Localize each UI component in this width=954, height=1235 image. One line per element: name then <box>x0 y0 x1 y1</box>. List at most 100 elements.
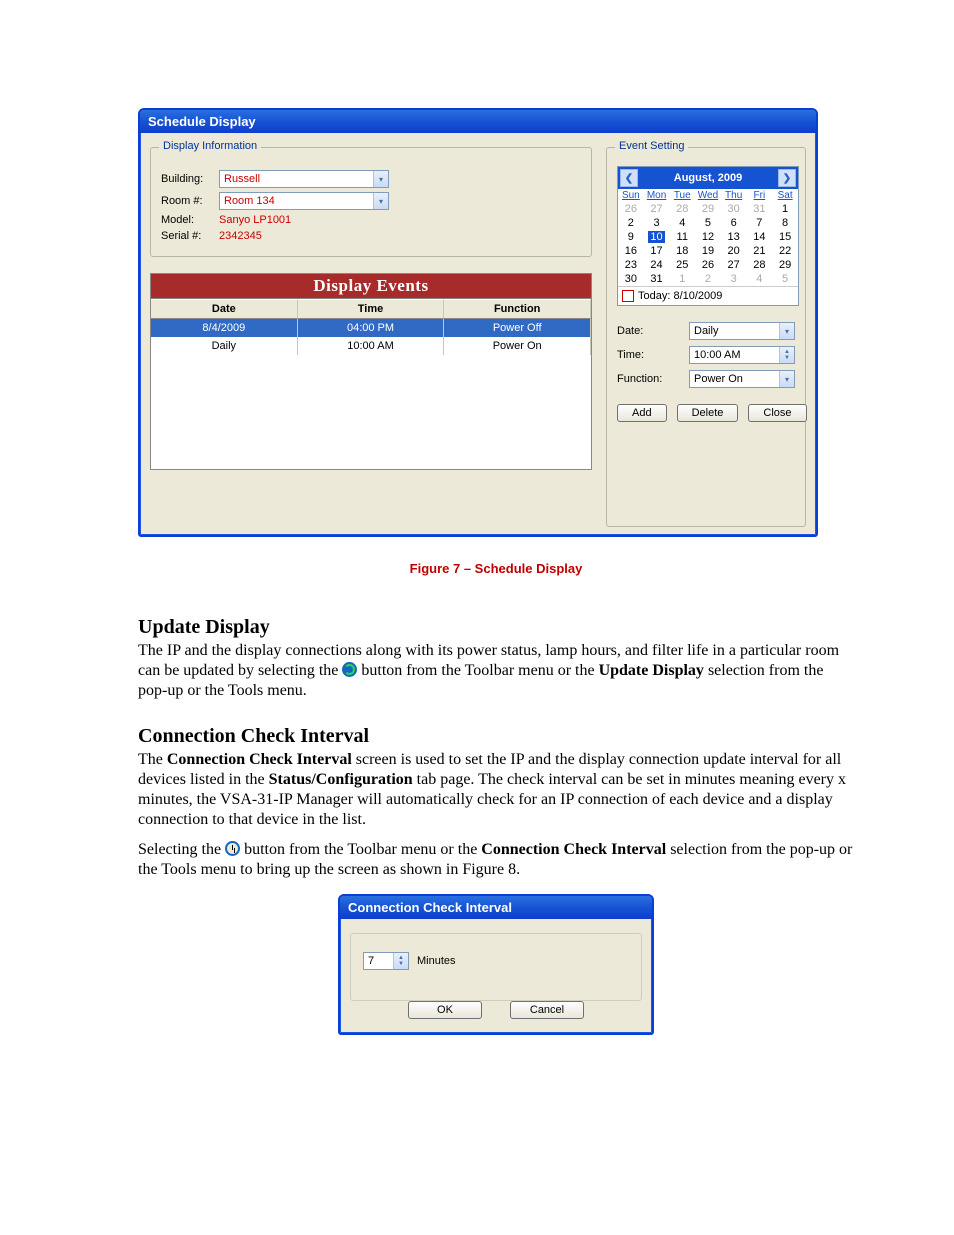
minutes-unit-label: Minutes <box>417 955 456 967</box>
paragraph: The Connection Check Interval screen is … <box>138 750 854 830</box>
model-value: Sanyo LP1001 <box>219 214 291 226</box>
calendar-day[interactable]: 20 <box>721 244 747 258</box>
minutes-spinner[interactable]: 7 ▲▼ <box>363 952 409 970</box>
calendar-day[interactable]: 3 <box>644 216 670 230</box>
calendar-day[interactable]: 10 <box>644 230 670 244</box>
delete-button[interactable]: Delete <box>677 404 739 422</box>
calendar-dow: Tue <box>669 189 695 202</box>
calendar-grid[interactable]: SunMonTueWedThuFriSat2627282930311234567… <box>618 189 798 286</box>
calendar-prev-button[interactable]: ❮ <box>620 169 638 187</box>
calendar-day[interactable]: 27 <box>644 202 670 216</box>
chevron-down-icon[interactable]: ▾ <box>373 193 388 209</box>
calendar-day[interactable]: 15 <box>772 230 798 244</box>
calendar-day[interactable]: 26 <box>618 202 644 216</box>
calendar-day[interactable]: 28 <box>747 258 773 272</box>
section-heading-update-display: Update Display <box>138 616 854 639</box>
calendar-day[interactable]: 31 <box>644 272 670 286</box>
paragraph: The IP and the display connections along… <box>138 641 854 701</box>
cancel-button[interactable]: Cancel <box>510 1001 584 1019</box>
calendar-day[interactable]: 27 <box>721 258 747 272</box>
calendar-day[interactable]: 19 <box>695 244 721 258</box>
calendar-day[interactable]: 7 <box>747 216 773 230</box>
time-label: Time: <box>617 349 689 361</box>
chevron-down-icon[interactable]: ▾ <box>779 323 794 339</box>
calendar-day[interactable]: 16 <box>618 244 644 258</box>
chevron-down-icon[interactable]: ▾ <box>779 371 794 387</box>
room-combo[interactable]: Room 134 ▾ <box>219 192 389 210</box>
function-label: Function: <box>617 373 689 385</box>
add-button[interactable]: Add <box>617 404 667 422</box>
calendar[interactable]: ❮ August, 2009 ❯ SunMonTueWedThuFriSat26… <box>617 166 799 306</box>
calendar-day[interactable]: 29 <box>772 258 798 272</box>
calendar-dow: Thu <box>721 189 747 202</box>
table-cell: Daily <box>151 337 298 355</box>
col-function[interactable]: Function <box>444 299 591 319</box>
calendar-day[interactable]: 24 <box>644 258 670 272</box>
room-value: Room 134 <box>224 195 275 207</box>
figure-caption: Figure 7 – Schedule Display <box>138 561 854 576</box>
calendar-day[interactable]: 17 <box>644 244 670 258</box>
calendar-next-button[interactable]: ❯ <box>778 169 796 187</box>
calendar-day[interactable]: 13 <box>721 230 747 244</box>
refresh-icon <box>342 662 357 677</box>
calendar-day[interactable]: 29 <box>695 202 721 216</box>
time-spinner[interactable]: 10:00 AM ▲▼ <box>689 346 795 364</box>
calendar-day[interactable]: 5 <box>695 216 721 230</box>
date-label: Date: <box>617 325 689 337</box>
ok-button[interactable]: OK <box>408 1001 482 1019</box>
minutes-value: 7 <box>368 955 374 967</box>
calendar-day[interactable]: 28 <box>669 202 695 216</box>
calendar-day[interactable]: 1 <box>669 272 695 286</box>
calendar-day[interactable]: 30 <box>721 202 747 216</box>
room-label: Room #: <box>161 195 219 207</box>
date-value: Daily <box>694 325 718 337</box>
function-combo[interactable]: Power On ▾ <box>689 370 795 388</box>
time-value: 10:00 AM <box>694 349 740 361</box>
col-date[interactable]: Date <box>151 299 298 319</box>
calendar-day[interactable]: 22 <box>772 244 798 258</box>
calendar-day[interactable]: 12 <box>695 230 721 244</box>
calendar-day[interactable]: 25 <box>669 258 695 272</box>
calendar-day[interactable]: 3 <box>721 272 747 286</box>
col-time[interactable]: Time <box>298 299 445 319</box>
group-title: Event Setting <box>615 140 688 152</box>
calendar-month-title: August, 2009 <box>674 172 742 184</box>
calendar-day[interactable]: 9 <box>618 230 644 244</box>
calendar-day[interactable]: 23 <box>618 258 644 272</box>
calendar-day[interactable]: 18 <box>669 244 695 258</box>
chevron-down-icon[interactable]: ▾ <box>373 171 388 187</box>
calendar-day[interactable]: 26 <box>695 258 721 272</box>
window-title: Connection Check Interval <box>340 896 652 919</box>
date-combo[interactable]: Daily ▾ <box>689 322 795 340</box>
calendar-day[interactable]: 2 <box>618 216 644 230</box>
calendar-day[interactable]: 5 <box>772 272 798 286</box>
spinner-buttons-icon[interactable]: ▲▼ <box>779 347 794 363</box>
spinner-buttons-icon[interactable]: ▲▼ <box>393 953 408 969</box>
calendar-day[interactable]: 8 <box>772 216 798 230</box>
calendar-dow: Wed <box>695 189 721 202</box>
window-title: Schedule Display <box>140 110 816 133</box>
calendar-dow: Mon <box>644 189 670 202</box>
table-cell: Power Off <box>444 319 591 337</box>
serial-value: 2342345 <box>219 230 262 242</box>
calendar-day[interactable]: 31 <box>747 202 773 216</box>
calendar-today-label[interactable]: Today: 8/10/2009 <box>638 290 722 302</box>
calendar-day[interactable]: 6 <box>721 216 747 230</box>
calendar-day[interactable]: 4 <box>669 216 695 230</box>
calendar-day[interactable]: 14 <box>747 230 773 244</box>
serial-label: Serial #: <box>161 230 219 242</box>
events-list[interactable]: 8/4/200904:00 PMPower OffDaily10:00 AMPo… <box>150 319 592 470</box>
table-cell: 8/4/2009 <box>151 319 298 337</box>
table-row[interactable]: 8/4/200904:00 PMPower Off <box>151 319 591 337</box>
calendar-day[interactable]: 11 <box>669 230 695 244</box>
display-information-group: Display Information Building: Russell ▾ … <box>150 147 592 257</box>
calendar-day[interactable]: 2 <box>695 272 721 286</box>
calendar-day[interactable]: 30 <box>618 272 644 286</box>
table-row[interactable]: Daily10:00 AMPower On <box>151 337 591 355</box>
building-combo[interactable]: Russell ▾ <box>219 170 389 188</box>
table-cell: 10:00 AM <box>298 337 445 355</box>
calendar-day[interactable]: 21 <box>747 244 773 258</box>
calendar-day[interactable]: 1 <box>772 202 798 216</box>
close-button[interactable]: Close <box>748 404 806 422</box>
calendar-day[interactable]: 4 <box>747 272 773 286</box>
